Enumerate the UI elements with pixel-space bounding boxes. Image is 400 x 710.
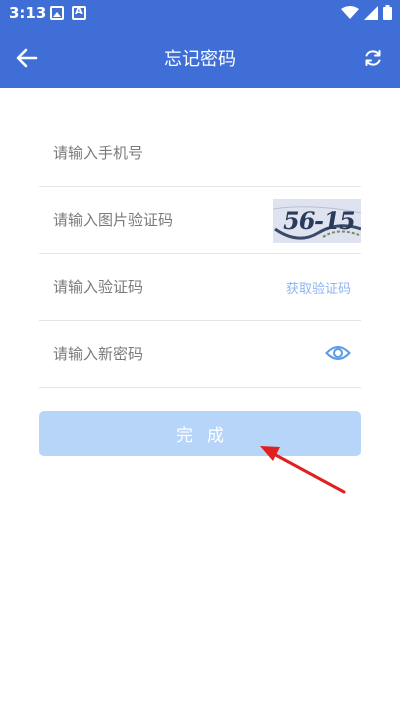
battery-icon [383,5,392,20]
sms-code-field-row: 获取验证码 [39,254,361,321]
image-captcha-input[interactable] [53,187,253,253]
sms-code-input[interactable] [53,254,253,320]
refresh-button[interactable] [362,47,384,69]
wifi-icon [341,5,359,19]
status-system-icons [341,5,392,20]
forgot-password-form: 56-15 获取验证码 [39,120,361,388]
eye-icon [325,346,351,360]
red-arrow-annotation [260,446,346,494]
toggle-password-visibility-button[interactable] [325,343,351,363]
status-time: 3:13 [9,4,47,22]
phone-field-row [39,120,361,187]
new-password-field-row [39,321,361,388]
app-bar: 忘记密码 [0,28,400,88]
captcha-image[interactable]: 56-15 [273,199,361,243]
a-notification-icon [72,6,86,20]
phone-input[interactable] [53,120,253,186]
get-code-button[interactable]: 获取验证码 [286,278,351,297]
page-title: 忘记密码 [164,49,236,70]
new-password-input[interactable] [53,321,253,387]
signal-icon [364,5,378,20]
status-bar: 3:13 [0,0,400,28]
status-notifications [50,6,86,20]
captcha-text: 56-15 [280,206,358,235]
refresh-icon [365,50,381,66]
image-captcha-field-row: 56-15 [39,187,361,254]
image-notification-icon [50,6,64,20]
